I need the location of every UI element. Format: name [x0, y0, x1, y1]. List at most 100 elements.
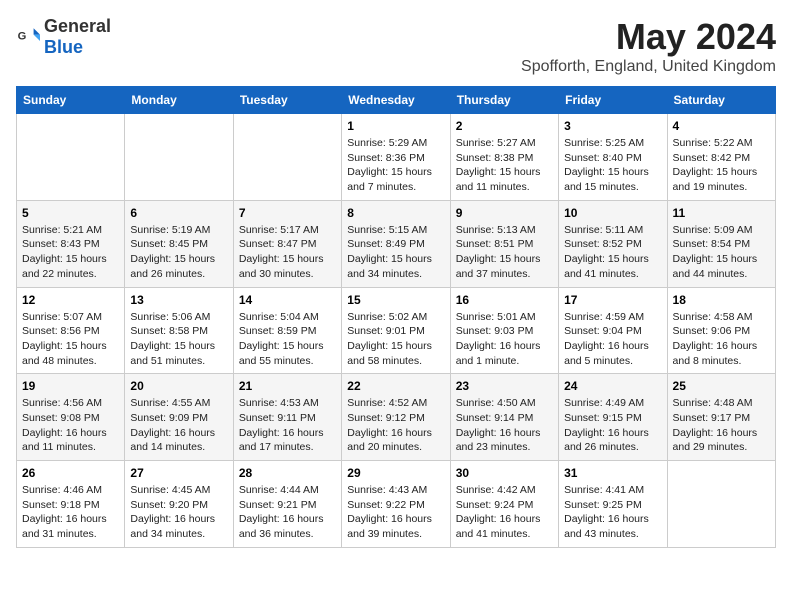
day-info: Sunrise: 5:06 AM Sunset: 8:58 PM Dayligh…	[130, 310, 227, 369]
day-info: Sunrise: 4:48 AM Sunset: 9:17 PM Dayligh…	[673, 396, 770, 455]
day-number: 26	[22, 466, 119, 480]
table-cell: 17 Sunrise: 4:59 AM Sunset: 9:04 PM Dayli…	[559, 287, 667, 374]
day-number: 22	[347, 379, 444, 393]
day-number: 31	[564, 466, 661, 480]
day-number: 9	[456, 206, 553, 220]
day-info: Sunrise: 5:11 AM Sunset: 8:52 PM Dayligh…	[564, 223, 661, 282]
day-info: Sunrise: 5:29 AM Sunset: 8:36 PM Dayligh…	[347, 136, 444, 195]
calendar-header: SundayMondayTuesdayWednesdayThursdayFrid…	[17, 87, 776, 114]
logo-icon: G	[16, 25, 40, 49]
table-cell: 16 Sunrise: 5:01 AM Sunset: 9:03 PM Dayli…	[450, 287, 558, 374]
day-number: 17	[564, 293, 661, 307]
logo: G General Blue	[16, 16, 111, 58]
calendar-body: 1 Sunrise: 5:29 AM Sunset: 8:36 PM Daylig…	[17, 114, 776, 548]
day-number: 14	[239, 293, 336, 307]
weekday-header-wednesday: Wednesday	[342, 87, 450, 114]
table-cell: 30 Sunrise: 4:42 AM Sunset: 9:24 PM Dayli…	[450, 461, 558, 548]
table-cell: 9 Sunrise: 5:13 AM Sunset: 8:51 PM Daylig…	[450, 200, 558, 287]
table-cell: 14 Sunrise: 5:04 AM Sunset: 8:59 PM Dayli…	[233, 287, 341, 374]
table-cell: 28Sunrise: 4:44 AM Sunset: 9:21 PM Dayli…	[233, 461, 341, 548]
day-info: Sunrise: 4:59 AM Sunset: 9:04 PM Dayligh…	[564, 310, 661, 369]
table-cell: 8Sunrise: 5:15 AM Sunset: 8:49 PM Daylig…	[342, 200, 450, 287]
day-info: Sunrise: 5:27 AM Sunset: 8:38 PM Dayligh…	[456, 136, 553, 195]
table-cell: 4Sunrise: 5:22 AM Sunset: 8:42 PM Daylig…	[667, 114, 775, 201]
day-info: Sunrise: 4:52 AM Sunset: 9:12 PM Dayligh…	[347, 396, 444, 455]
day-number: 15	[347, 293, 444, 307]
table-cell: 6 Sunrise: 5:19 AM Sunset: 8:45 PM Daylig…	[125, 200, 233, 287]
day-number: 10	[564, 206, 661, 220]
table-cell	[17, 114, 125, 201]
table-cell: 10 Sunrise: 5:11 AM Sunset: 8:52 PM Dayli…	[559, 200, 667, 287]
day-info: Sunrise: 5:04 AM Sunset: 8:59 PM Dayligh…	[239, 310, 336, 369]
subtitle: Spofforth, England, United Kingdom	[521, 58, 776, 76]
day-number: 13	[130, 293, 227, 307]
week-row-5: 26 Sunrise: 4:46 AM Sunset: 9:18 PM Dayli…	[17, 461, 776, 548]
weekday-header-tuesday: Tuesday	[233, 87, 341, 114]
table-cell: 26 Sunrise: 4:46 AM Sunset: 9:18 PM Dayli…	[17, 461, 125, 548]
day-number: 11	[673, 206, 770, 220]
logo-text-blue: Blue	[44, 37, 83, 57]
day-info: Sunrise: 4:45 AM Sunset: 9:20 PM Dayligh…	[130, 483, 227, 542]
day-number: 21	[239, 379, 336, 393]
day-number: 3	[564, 119, 661, 133]
table-cell: 7 Sunrise: 5:17 AM Sunset: 8:47 PM Daylig…	[233, 200, 341, 287]
day-number: 5	[22, 206, 119, 220]
table-cell: 19Sunrise: 4:56 AM Sunset: 9:08 PM Dayli…	[17, 374, 125, 461]
day-info: Sunrise: 5:07 AM Sunset: 8:56 PM Dayligh…	[22, 310, 119, 369]
day-number: 7	[239, 206, 336, 220]
weekday-header-monday: Monday	[125, 87, 233, 114]
table-cell: 23Sunrise: 4:50 AM Sunset: 9:14 PM Dayli…	[450, 374, 558, 461]
week-row-2: 5 Sunrise: 5:21 AM Sunset: 8:43 PM Daylig…	[17, 200, 776, 287]
table-cell: 22 Sunrise: 4:52 AM Sunset: 9:12 PM Dayli…	[342, 374, 450, 461]
title-block: May 2024 Spofforth, England, United King…	[521, 16, 776, 76]
table-cell: 2Sunrise: 5:27 AM Sunset: 8:38 PM Daylig…	[450, 114, 558, 201]
day-info: Sunrise: 4:43 AM Sunset: 9:22 PM Dayligh…	[347, 483, 444, 542]
day-number: 16	[456, 293, 553, 307]
day-info: Sunrise: 4:46 AM Sunset: 9:18 PM Dayligh…	[22, 483, 119, 542]
day-info: Sunrise: 5:15 AM Sunset: 8:49 PM Dayligh…	[347, 223, 444, 282]
table-cell: 11Sunrise: 5:09 AM Sunset: 8:54 PM Dayli…	[667, 200, 775, 287]
day-info: Sunrise: 5:17 AM Sunset: 8:47 PM Dayligh…	[239, 223, 336, 282]
day-info: Sunrise: 4:58 AM Sunset: 9:06 PM Dayligh…	[673, 310, 770, 369]
day-info: Sunrise: 5:19 AM Sunset: 8:45 PM Dayligh…	[130, 223, 227, 282]
weekday-header-sunday: Sunday	[17, 87, 125, 114]
table-cell: 18 Sunrise: 4:58 AM Sunset: 9:06 PM Dayli…	[667, 287, 775, 374]
table-cell: 24 Sunrise: 4:49 AM Sunset: 9:15 PM Dayli…	[559, 374, 667, 461]
table-cell: 12 Sunrise: 5:07 AM Sunset: 8:56 PM Dayli…	[17, 287, 125, 374]
day-info: Sunrise: 5:13 AM Sunset: 8:51 PM Dayligh…	[456, 223, 553, 282]
table-cell: 31 Sunrise: 4:41 AM Sunset: 9:25 PM Dayli…	[559, 461, 667, 548]
day-number: 18	[673, 293, 770, 307]
day-info: Sunrise: 5:21 AM Sunset: 8:43 PM Dayligh…	[22, 223, 119, 282]
day-number: 27	[130, 466, 227, 480]
table-cell: 15Sunrise: 5:02 AM Sunset: 9:01 PM Dayli…	[342, 287, 450, 374]
day-number: 24	[564, 379, 661, 393]
day-number: 25	[673, 379, 770, 393]
calendar-table: SundayMondayTuesdayWednesdayThursdayFrid…	[16, 86, 776, 548]
table-cell: 27 Sunrise: 4:45 AM Sunset: 9:20 PM Dayli…	[125, 461, 233, 548]
day-info: Sunrise: 4:41 AM Sunset: 9:25 PM Dayligh…	[564, 483, 661, 542]
table-cell: 20 Sunrise: 4:55 AM Sunset: 9:09 PM Dayli…	[125, 374, 233, 461]
day-info: Sunrise: 4:42 AM Sunset: 9:24 PM Dayligh…	[456, 483, 553, 542]
svg-text:G: G	[18, 30, 27, 42]
day-number: 29	[347, 466, 444, 480]
weekday-header-saturday: Saturday	[667, 87, 775, 114]
day-info: Sunrise: 5:01 AM Sunset: 9:03 PM Dayligh…	[456, 310, 553, 369]
day-number: 6	[130, 206, 227, 220]
day-number: 20	[130, 379, 227, 393]
day-info: Sunrise: 5:22 AM Sunset: 8:42 PM Dayligh…	[673, 136, 770, 195]
day-info: Sunrise: 4:55 AM Sunset: 9:09 PM Dayligh…	[130, 396, 227, 455]
table-cell: 3 Sunrise: 5:25 AM Sunset: 8:40 PM Daylig…	[559, 114, 667, 201]
day-number: 1	[347, 119, 444, 133]
day-info: Sunrise: 4:49 AM Sunset: 9:15 PM Dayligh…	[564, 396, 661, 455]
logo-text-general: General	[44, 16, 111, 36]
day-info: Sunrise: 5:25 AM Sunset: 8:40 PM Dayligh…	[564, 136, 661, 195]
day-number: 12	[22, 293, 119, 307]
table-cell: 25 Sunrise: 4:48 AM Sunset: 9:17 PM Dayli…	[667, 374, 775, 461]
weekday-header-row: SundayMondayTuesdayWednesdayThursdayFrid…	[17, 87, 776, 114]
week-row-1: 1 Sunrise: 5:29 AM Sunset: 8:36 PM Daylig…	[17, 114, 776, 201]
week-row-3: 12 Sunrise: 5:07 AM Sunset: 8:56 PM Dayli…	[17, 287, 776, 374]
weekday-header-thursday: Thursday	[450, 87, 558, 114]
day-number: 30	[456, 466, 553, 480]
day-info: Sunrise: 4:50 AM Sunset: 9:14 PM Dayligh…	[456, 396, 553, 455]
main-title: May 2024	[521, 16, 776, 58]
